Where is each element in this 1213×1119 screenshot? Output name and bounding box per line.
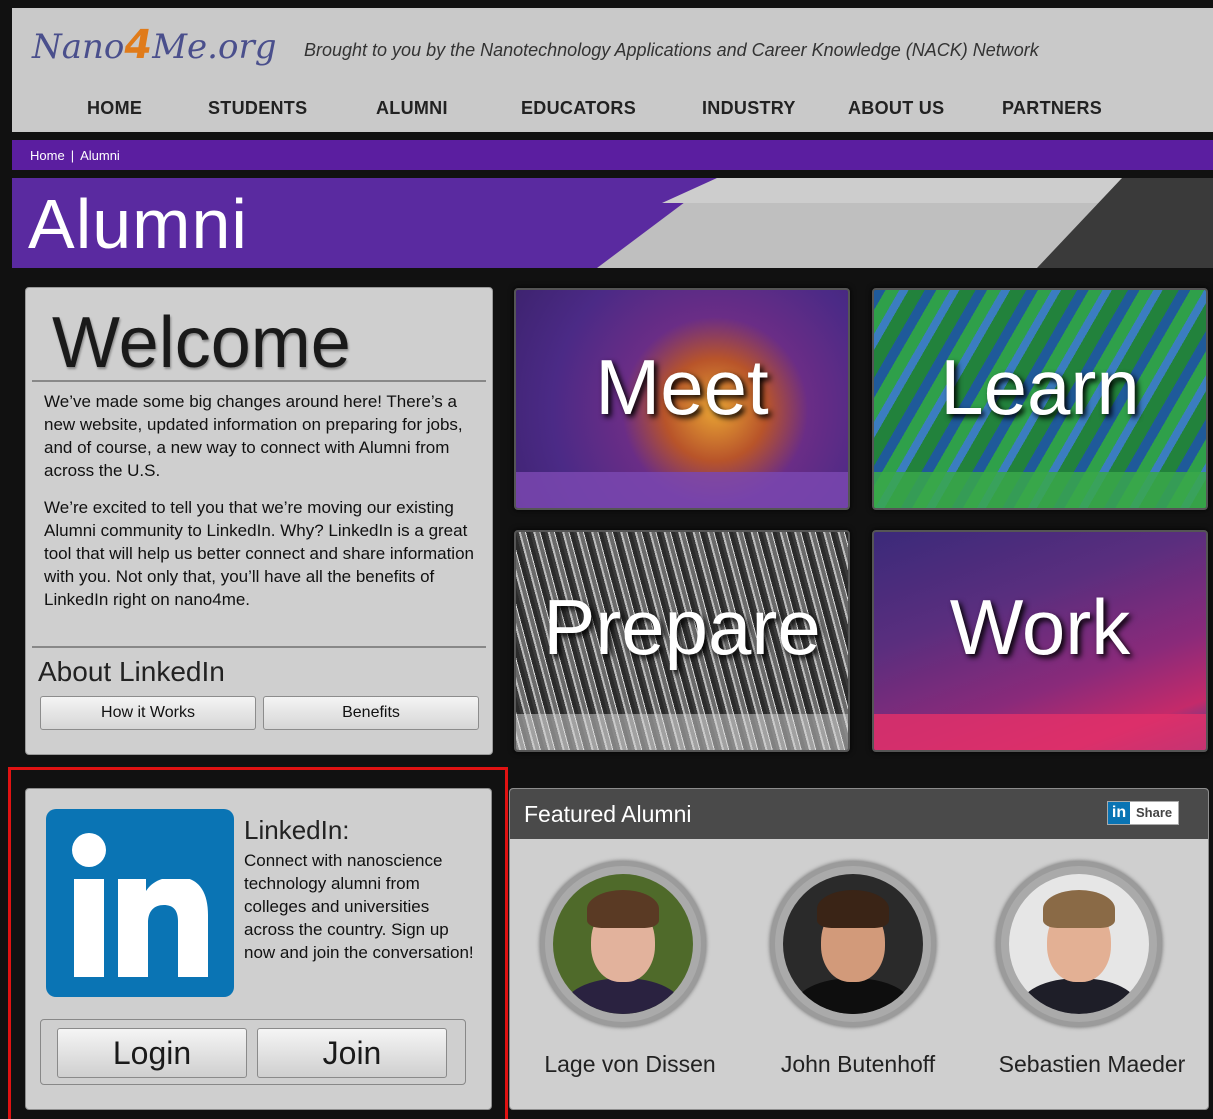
auth-buttons: Login Join [40,1019,466,1085]
welcome-paragraph-2: We’re excited to tell you that we’re mov… [44,498,474,609]
linkedin-panel: LinkedIn: Connect with nanoscience techn… [25,788,492,1110]
nav-students[interactable]: STUDENTS [208,98,307,119]
breadcrumb-current[interactable]: Alumni [80,148,120,163]
site-logo[interactable]: Nano4Me.org [32,22,276,68]
tile-strip [516,472,848,508]
tagline: Brought to you by the Nanotechnology App… [304,40,1039,60]
tile-strip [874,714,1206,750]
alumni-name[interactable]: Sebastien Maeder [982,1051,1202,1078]
breadcrumb: Home | Alumni [12,140,1213,170]
alumni-name[interactable]: John Butenhoff [748,1051,968,1078]
how-it-works-button[interactable]: How it Works [40,696,256,730]
avatar-photo [553,874,693,1014]
featured-alumni-panel: Featured Alumni in Share Lage von Dissen… [509,788,1209,1110]
tile-work-label: Work [949,583,1131,671]
share-label: Share [1136,805,1173,820]
welcome-paragraph-1: We’ve made some big changes around here!… [44,392,463,480]
welcome-panel: Welcome We’ve made some big changes arou… [25,287,493,755]
nav-partners[interactable]: PARTNERS [1002,98,1102,119]
divider [32,380,486,382]
logo-prefix: Nano [32,27,125,67]
linkedin-description: Connect with nanoscience technology alum… [244,851,474,962]
tile-meet-label: Meet [595,343,769,431]
tile-learn[interactable]: Learn [872,288,1208,510]
logo-i [74,879,104,977]
site-header: Nano4Me.org Brought to you by the Nanote… [12,8,1213,132]
avatar-body [793,978,913,1014]
benefits-button[interactable]: Benefits [263,696,479,730]
nav-industry[interactable]: INDUSTRY [702,98,796,119]
welcome-heading: Welcome [52,303,351,383]
page: Nano4Me.org Brought to you by the Nanote… [0,0,1213,1119]
nav-about-us[interactable]: ABOUT US [848,98,944,119]
logo-dot [72,833,106,867]
login-button[interactable]: Login [57,1028,247,1078]
alumni-name[interactable]: Lage von Dissen [520,1051,740,1078]
header-divider [12,132,1213,140]
linkedin-heading: LinkedIn: [244,815,350,845]
tile-meet[interactable]: Meet [514,288,850,510]
page-title: Alumni [28,185,248,263]
linkedin-share-button[interactable]: in Share [1107,801,1180,825]
avatar-body [1019,978,1139,1014]
about-linkedin-heading: About LinkedIn [38,656,225,687]
avatar-hair [1043,890,1115,928]
breadcrumb-home[interactable]: Home [30,148,65,163]
avatar-body [563,978,683,1014]
breadcrumb-separator: | [70,148,75,163]
tile-strip [874,472,1206,508]
logo-four: 4 [120,22,157,68]
avatar-hair [817,890,889,928]
page-banner: Alumni [12,178,1213,268]
tile-prepare-label: Prepare [543,583,821,671]
nav-home[interactable]: HOME [87,98,142,119]
logo-n [118,879,208,977]
linkedin-icon: in [1108,802,1130,824]
tile-strip [516,714,848,750]
avatar-photo [1009,874,1149,1014]
logo-suffix: Me.org [152,27,277,67]
nav-alumni[interactable]: ALUMNI [376,98,448,119]
avatar-hair [587,890,659,928]
alumni-avatar[interactable] [540,861,706,1027]
linkedin-logo-icon [46,809,234,997]
main-nav: HOME STUDENTS ALUMNI EDUCATORS INDUSTRY … [12,98,1213,126]
divider [32,646,486,648]
alumni-avatar[interactable] [770,861,936,1027]
avatar-photo [783,874,923,1014]
tile-work[interactable]: Work [872,530,1208,752]
nav-educators[interactable]: EDUCATORS [521,98,636,119]
featured-title: Featured Alumni [524,801,692,827]
join-button[interactable]: Join [257,1028,447,1078]
tile-prepare[interactable]: Prepare [514,530,850,752]
tile-learn-label: Learn [940,343,1140,431]
featured-header: Featured Alumni in Share [510,789,1208,839]
alumni-avatar[interactable] [996,861,1162,1027]
